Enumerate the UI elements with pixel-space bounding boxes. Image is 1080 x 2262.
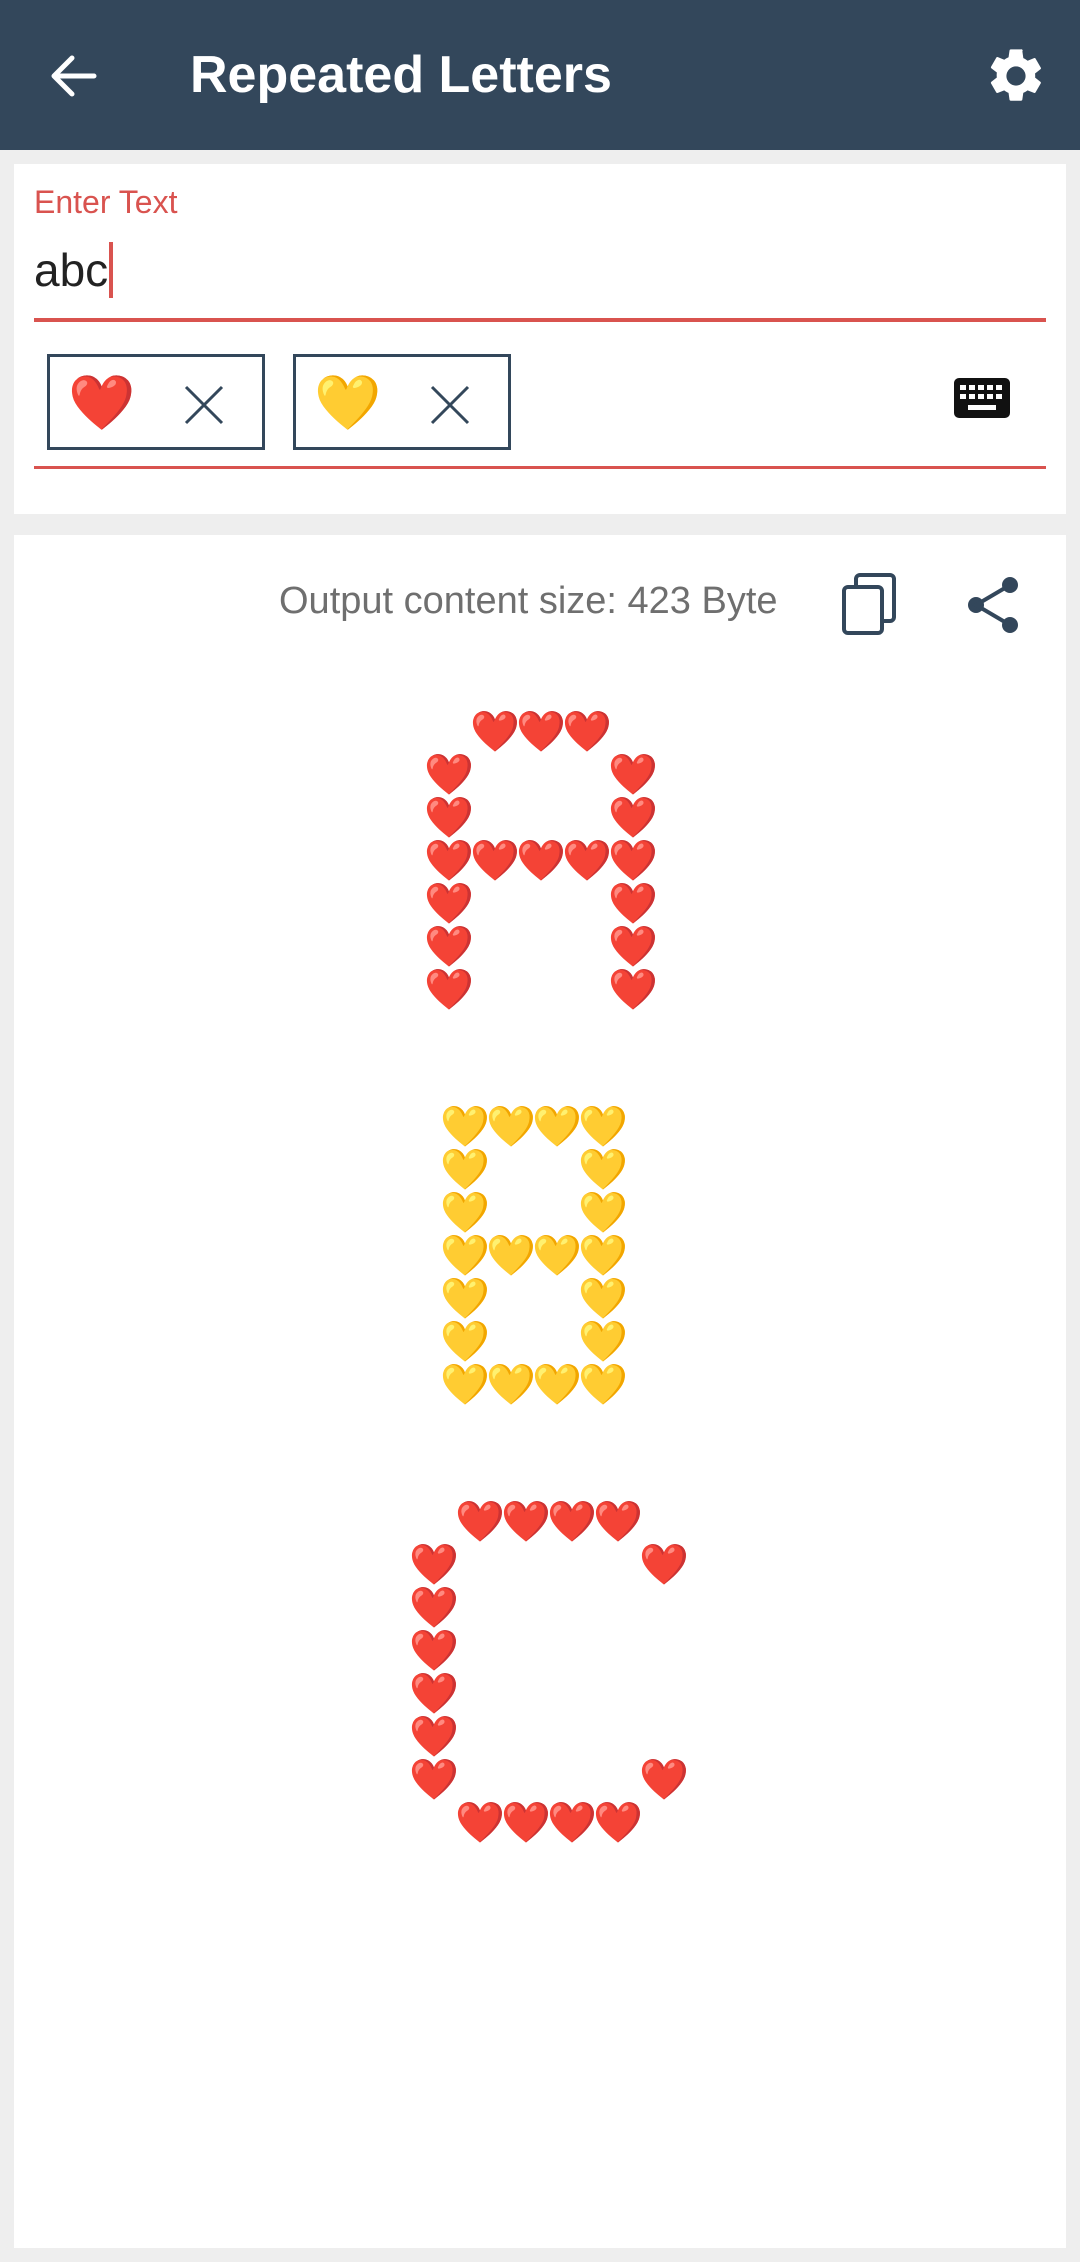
letter-c-emoji: ❤️ — [409, 1629, 459, 1673]
output-card: Output content size: 423 Byte ❤️ ❤️ ❤️ ❤️ ❤️… — [14, 535, 1066, 2248]
letter-c-emoji: ❤️ — [501, 1801, 551, 1845]
letter-b-emoji: 💛 — [486, 1363, 536, 1407]
letter-b-emoji: 💛 — [578, 1277, 628, 1321]
text-input-value: abc — [34, 244, 109, 296]
keyboard-icon[interactable] — [954, 378, 1010, 418]
letter-a-emoji: ❤️ — [608, 796, 658, 840]
letter-a-emoji: ❤️ — [608, 882, 658, 926]
letter-b-emoji: 💛 — [440, 1148, 490, 1192]
letter-b-emoji: 💛 — [578, 1234, 628, 1278]
letter-c-emoji: ❤️ — [547, 1801, 597, 1845]
close-icon[interactable] — [426, 381, 474, 429]
letter-b-emoji: 💛 — [486, 1234, 536, 1278]
letter-a-emoji: ❤️ — [562, 839, 612, 883]
text-cursor — [109, 242, 114, 298]
text-input[interactable]: abc — [34, 242, 114, 298]
letter-b-emoji: 💛 — [440, 1277, 490, 1321]
letter-a-emoji: ❤️ — [470, 710, 520, 754]
letter-b-emoji: 💛 — [578, 1148, 628, 1192]
letter-a-emoji: ❤️ — [516, 839, 566, 883]
letter-c-emoji: ❤️ — [409, 1715, 459, 1759]
letter-c-emoji: ❤️ — [409, 1543, 459, 1587]
letter-b-emoji: 💛 — [578, 1320, 628, 1364]
letter-b-emoji: 💛 — [440, 1320, 490, 1364]
letter-b-emoji: 💛 — [578, 1105, 628, 1149]
close-icon[interactable] — [180, 381, 228, 429]
letter-c-emoji: ❤️ — [593, 1801, 643, 1845]
letter-a-emoji: ❤️ — [424, 925, 474, 969]
letter-b-emoji: 💛 — [532, 1234, 582, 1278]
letter-a-emoji: ❤️ — [424, 882, 474, 926]
emoji-chip-yellow-heart[interactable]: 💛 — [293, 354, 511, 450]
arrow-left-icon[interactable] — [44, 46, 104, 106]
gear-icon[interactable] — [984, 44, 1048, 108]
letter-c-emoji: ❤️ — [455, 1500, 505, 1544]
letter-c-emoji: ❤️ — [409, 1586, 459, 1630]
letter-a-emoji: ❤️ — [470, 839, 520, 883]
letter-b-emoji: 💛 — [440, 1363, 490, 1407]
letter-a-emoji: ❤️ — [424, 753, 474, 797]
input-card: Enter Text abc ❤️ 💛 — [14, 164, 1066, 514]
letter-a-emoji: ❤️ — [424, 839, 474, 883]
letter-c-emoji: ❤️ — [455, 1801, 505, 1845]
text-field-label: Enter Text — [34, 184, 178, 220]
letter-b-emoji: 💛 — [578, 1363, 628, 1407]
app-bar: Repeated Letters — [0, 0, 1080, 150]
text-input-underline — [34, 318, 1046, 322]
letter-c-emoji: ❤️ — [547, 1500, 597, 1544]
letter-b-emoji: 💛 — [440, 1105, 490, 1149]
yellow-heart-emoji: 💛 — [314, 373, 382, 433]
letter-c-emoji: ❤️ — [639, 1543, 689, 1587]
letter-b-emoji: 💛 — [486, 1105, 536, 1149]
page-title: Repeated Letters — [190, 46, 612, 104]
letter-b-emoji: 💛 — [532, 1105, 582, 1149]
letter-c-emoji: ❤️ — [501, 1500, 551, 1544]
letter-a-emoji: ❤️ — [608, 753, 658, 797]
letter-a-emoji: ❤️ — [516, 710, 566, 754]
emoji-chip-red-heart[interactable]: ❤️ — [47, 354, 265, 450]
letter-b-emoji: 💛 — [440, 1234, 490, 1278]
emoji-picker-underline — [34, 466, 1046, 469]
letter-a-emoji: ❤️ — [424, 968, 474, 1012]
letter-b-emoji: 💛 — [440, 1191, 490, 1235]
red-heart-emoji: ❤️ — [68, 373, 136, 433]
letter-a-emoji: ❤️ — [608, 968, 658, 1012]
emoji-letter-art: ❤️ ❤️ ❤️ ❤️ ❤️ ❤️ ❤️ ❤️ ❤️ ❤️ ❤️ ❤️ ❤️ ❤️ ❤️ ❤️ ❤️ ❤️ 💛 💛 💛 💛… — [14, 535, 1066, 2248]
letter-a-emoji: ❤️ — [608, 839, 658, 883]
letter-c-emoji: ❤️ — [409, 1758, 459, 1802]
letter-a-emoji: ❤️ — [424, 796, 474, 840]
letter-a-emoji: ❤️ — [608, 925, 658, 969]
letter-b-emoji: 💛 — [578, 1191, 628, 1235]
letter-c-emoji: ❤️ — [593, 1500, 643, 1544]
letter-c-emoji: ❤️ — [639, 1758, 689, 1802]
letter-c-emoji: ❤️ — [409, 1672, 459, 1716]
letter-a-emoji: ❤️ — [562, 710, 612, 754]
letter-b-emoji: 💛 — [532, 1363, 582, 1407]
